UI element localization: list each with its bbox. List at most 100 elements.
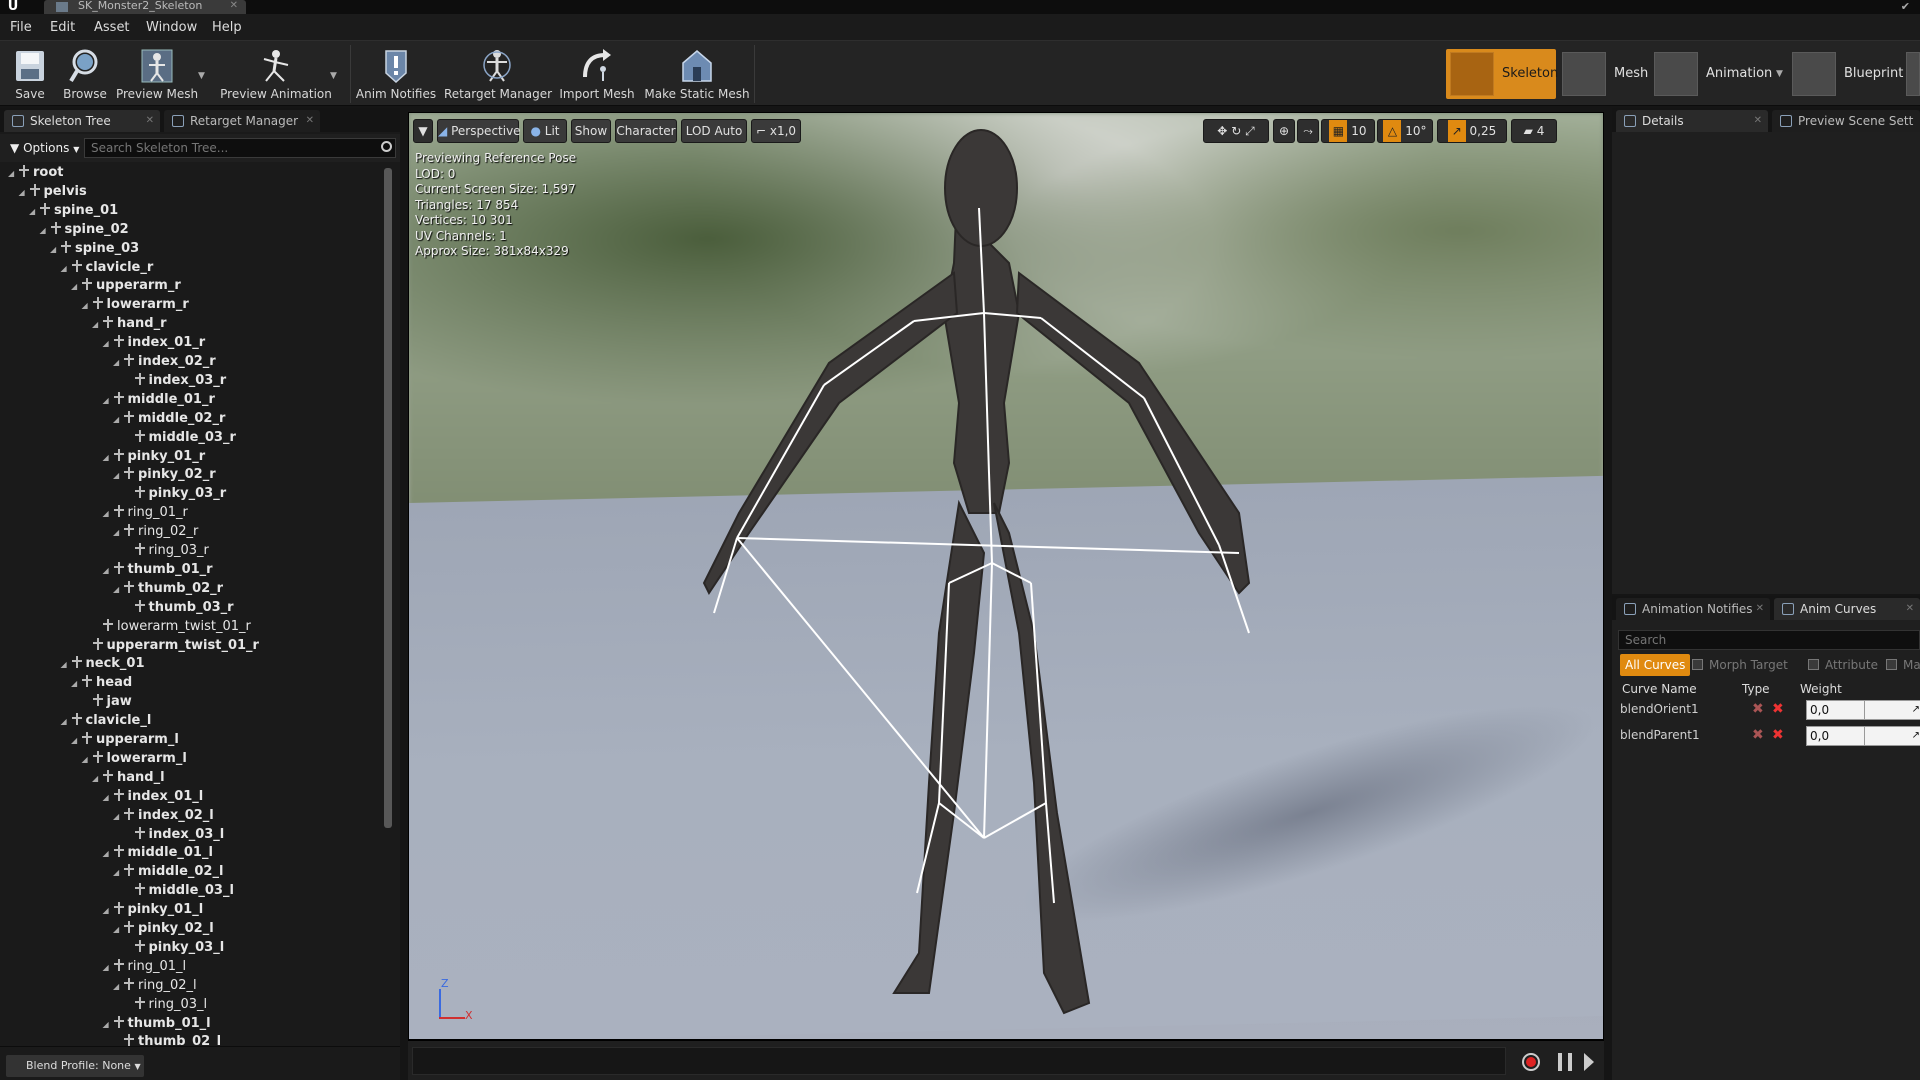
menu-file[interactable]: File xyxy=(10,20,32,35)
mode-blueprint-button[interactable]: Blueprint xyxy=(1788,49,1903,99)
world-local-toggle[interactable]: ⊕ xyxy=(1273,119,1295,143)
rotate-icon[interactable]: ↻ xyxy=(1231,124,1241,138)
tab-details[interactable]: Details ✕ xyxy=(1616,110,1768,132)
expand-arrow-icon[interactable]: ◢ xyxy=(113,467,123,485)
bone-row[interactable]: ◢ hand_r xyxy=(92,315,167,333)
expand-arrow-icon[interactable]: ◢ xyxy=(40,222,50,240)
preview-mesh-button[interactable]: Preview Mesh xyxy=(114,43,200,105)
surface-snap-toggle[interactable]: ⤳ xyxy=(1297,119,1319,143)
bone-row[interactable]: ◢ pinky_02_r xyxy=(113,466,216,484)
pause-button[interactable] xyxy=(1558,1053,1572,1071)
material-checkbox[interactable] xyxy=(1886,659,1897,670)
expand-arrow-icon[interactable]: ◢ xyxy=(92,770,102,788)
weight-expand-icon[interactable]: ↗ xyxy=(1912,701,1920,719)
curve-row[interactable]: blendOrient1 ✖ ✖ 0,0 ↗ xyxy=(1620,700,1920,720)
expand-arrow-icon[interactable]: ◢ xyxy=(92,316,102,334)
bone-row[interactable]: pinky_03_r xyxy=(124,485,226,503)
bone-row[interactable]: ◢ pinky_01_l xyxy=(103,901,203,920)
column-weight[interactable]: Weight xyxy=(1800,682,1842,696)
options-button[interactable]: ▼ Options ▼ xyxy=(4,138,80,158)
bone-row[interactable]: index_03_r xyxy=(124,372,226,390)
delete-curve-icon[interactable]: ✖ xyxy=(1772,702,1786,716)
browse-button[interactable]: Browse xyxy=(58,43,112,105)
bone-row[interactable]: ◢ middle_01_l xyxy=(103,844,213,862)
bone-row[interactable]: jaw xyxy=(82,693,132,711)
expand-arrow-icon[interactable]: ◢ xyxy=(113,411,123,429)
bone-row[interactable]: ◢ spine_03 xyxy=(50,240,139,258)
expand-arrow-icon[interactable]: ◢ xyxy=(103,789,113,807)
expand-arrow-icon[interactable]: ◢ xyxy=(50,241,60,259)
translate-icon[interactable]: ✥ xyxy=(1217,124,1227,138)
bone-row[interactable]: ◢ index_01_l xyxy=(103,788,203,807)
close-tab-icon[interactable]: ✕ xyxy=(1906,598,1914,620)
expand-arrow-icon[interactable]: ◢ xyxy=(103,902,113,920)
bone-row[interactable]: pinky_03_l xyxy=(124,939,224,957)
asset-tab[interactable]: SK_Monster2_Skeleton ✕ xyxy=(44,0,246,14)
close-tab-icon[interactable]: ✕ xyxy=(230,0,238,11)
expand-arrow-icon[interactable]: ◢ xyxy=(113,524,123,542)
preview-animation-dropdown-icon[interactable]: ▼ xyxy=(330,71,340,81)
mode-mesh-button[interactable]: Mesh xyxy=(1558,49,1648,99)
expand-arrow-icon[interactable]: ◢ xyxy=(103,1016,113,1034)
bone-row[interactable]: ◢ pinky_01_r xyxy=(103,448,205,466)
viewport-options-button[interactable]: ▼ xyxy=(413,119,433,143)
lod-button[interactable]: LOD Auto xyxy=(681,119,747,143)
bone-row[interactable]: ◢ ring_02_l xyxy=(113,977,197,995)
scale-snap-button[interactable]: ↗ 0,25 xyxy=(1437,119,1507,143)
bone-row[interactable]: ◢ ring_01_r xyxy=(103,504,188,522)
bone-row[interactable]: lowerarm_twist_01_r xyxy=(92,618,251,636)
bone-row[interactable]: ◢ thumb_02_r xyxy=(113,580,223,598)
filter-material[interactable]: Ma xyxy=(1886,654,1920,676)
bone-row[interactable]: ◢ index_02_l xyxy=(113,807,214,825)
filter-all-curves[interactable]: All Curves xyxy=(1620,654,1691,676)
column-type[interactable]: Type xyxy=(1742,682,1770,696)
weight-expand-icon[interactable]: ↗ xyxy=(1912,727,1920,745)
bone-row[interactable]: ◢ spine_02 xyxy=(40,221,129,239)
tab-preview-scene-settings[interactable]: Preview Scene Sett xyxy=(1772,110,1920,132)
bone-row[interactable]: ◢ upperarm_l xyxy=(71,731,179,749)
bone-row[interactable]: upperarm_twist_01_r xyxy=(82,637,259,655)
bone-row[interactable]: index_03_l xyxy=(124,826,224,844)
bone-row[interactable]: ◢ index_02_r xyxy=(113,353,216,371)
bone-row[interactable]: ◢ index_01_r xyxy=(103,334,205,352)
expand-icon[interactable]: ✔ xyxy=(1901,0,1910,13)
expand-arrow-icon[interactable]: ◢ xyxy=(29,203,39,221)
expand-arrow-icon[interactable]: ◢ xyxy=(113,921,123,939)
expand-arrow-icon[interactable]: ◢ xyxy=(19,184,29,202)
bone-row[interactable]: ring_03_l xyxy=(124,996,207,1014)
playback-speed-button[interactable]: ⌐ x1,0 xyxy=(751,119,801,143)
grid-snap-button[interactable]: ▦ 10 xyxy=(1321,119,1375,143)
skeleton-search-input[interactable] xyxy=(84,138,396,158)
expand-arrow-icon[interactable]: ◢ xyxy=(61,656,71,674)
expand-arrow-icon[interactable]: ◢ xyxy=(103,959,113,977)
bone-row[interactable]: ◢ middle_02_r xyxy=(113,410,225,428)
expand-arrow-icon[interactable]: ◢ xyxy=(82,297,92,315)
lit-button[interactable]: ● Lit xyxy=(523,119,567,143)
timeline-scrubber[interactable] xyxy=(412,1047,1506,1075)
transform-tools[interactable]: ✥ ↻ ⤢ xyxy=(1203,119,1269,143)
expand-arrow-icon[interactable]: ◢ xyxy=(113,581,123,599)
expand-arrow-icon[interactable]: ◢ xyxy=(71,732,81,750)
close-tab-icon[interactable]: ✕ xyxy=(146,110,154,132)
unreal-logo-icon[interactable]: U xyxy=(2,0,24,14)
curve-row[interactable]: blendParent1 ✖ ✖ 0,0 ↗ xyxy=(1620,726,1920,746)
expand-arrow-icon[interactable]: ◢ xyxy=(8,165,18,183)
column-curve-name[interactable]: Curve Name xyxy=(1622,682,1697,696)
bone-row[interactable]: thumb_03_r xyxy=(124,599,234,617)
delete-curve-icon[interactable]: ✖ xyxy=(1772,728,1786,742)
bone-row[interactable]: ◢ head xyxy=(71,674,132,692)
expand-arrow-icon[interactable]: ◢ xyxy=(71,278,81,296)
bone-row[interactable]: ◢ ring_02_r xyxy=(113,523,198,541)
character-button[interactable]: Character xyxy=(615,119,677,143)
bone-row[interactable]: ◢ upperarm_r xyxy=(71,277,181,295)
perspective-button[interactable]: ◢ Perspective xyxy=(437,119,521,143)
expand-arrow-icon[interactable]: ◢ xyxy=(113,808,123,826)
show-button[interactable]: Show xyxy=(571,119,611,143)
bone-row[interactable]: ring_03_r xyxy=(124,542,209,560)
filter-attribute[interactable]: Attribute xyxy=(1808,654,1878,676)
expand-arrow-icon[interactable]: ◢ xyxy=(113,978,123,996)
expand-arrow-icon[interactable]: ◢ xyxy=(103,392,113,410)
bone-row[interactable]: ◢ root xyxy=(8,164,64,182)
close-tab-icon[interactable]: ✕ xyxy=(306,110,314,132)
curve-weight-input[interactable]: 0,0 ↗ xyxy=(1806,700,1920,720)
